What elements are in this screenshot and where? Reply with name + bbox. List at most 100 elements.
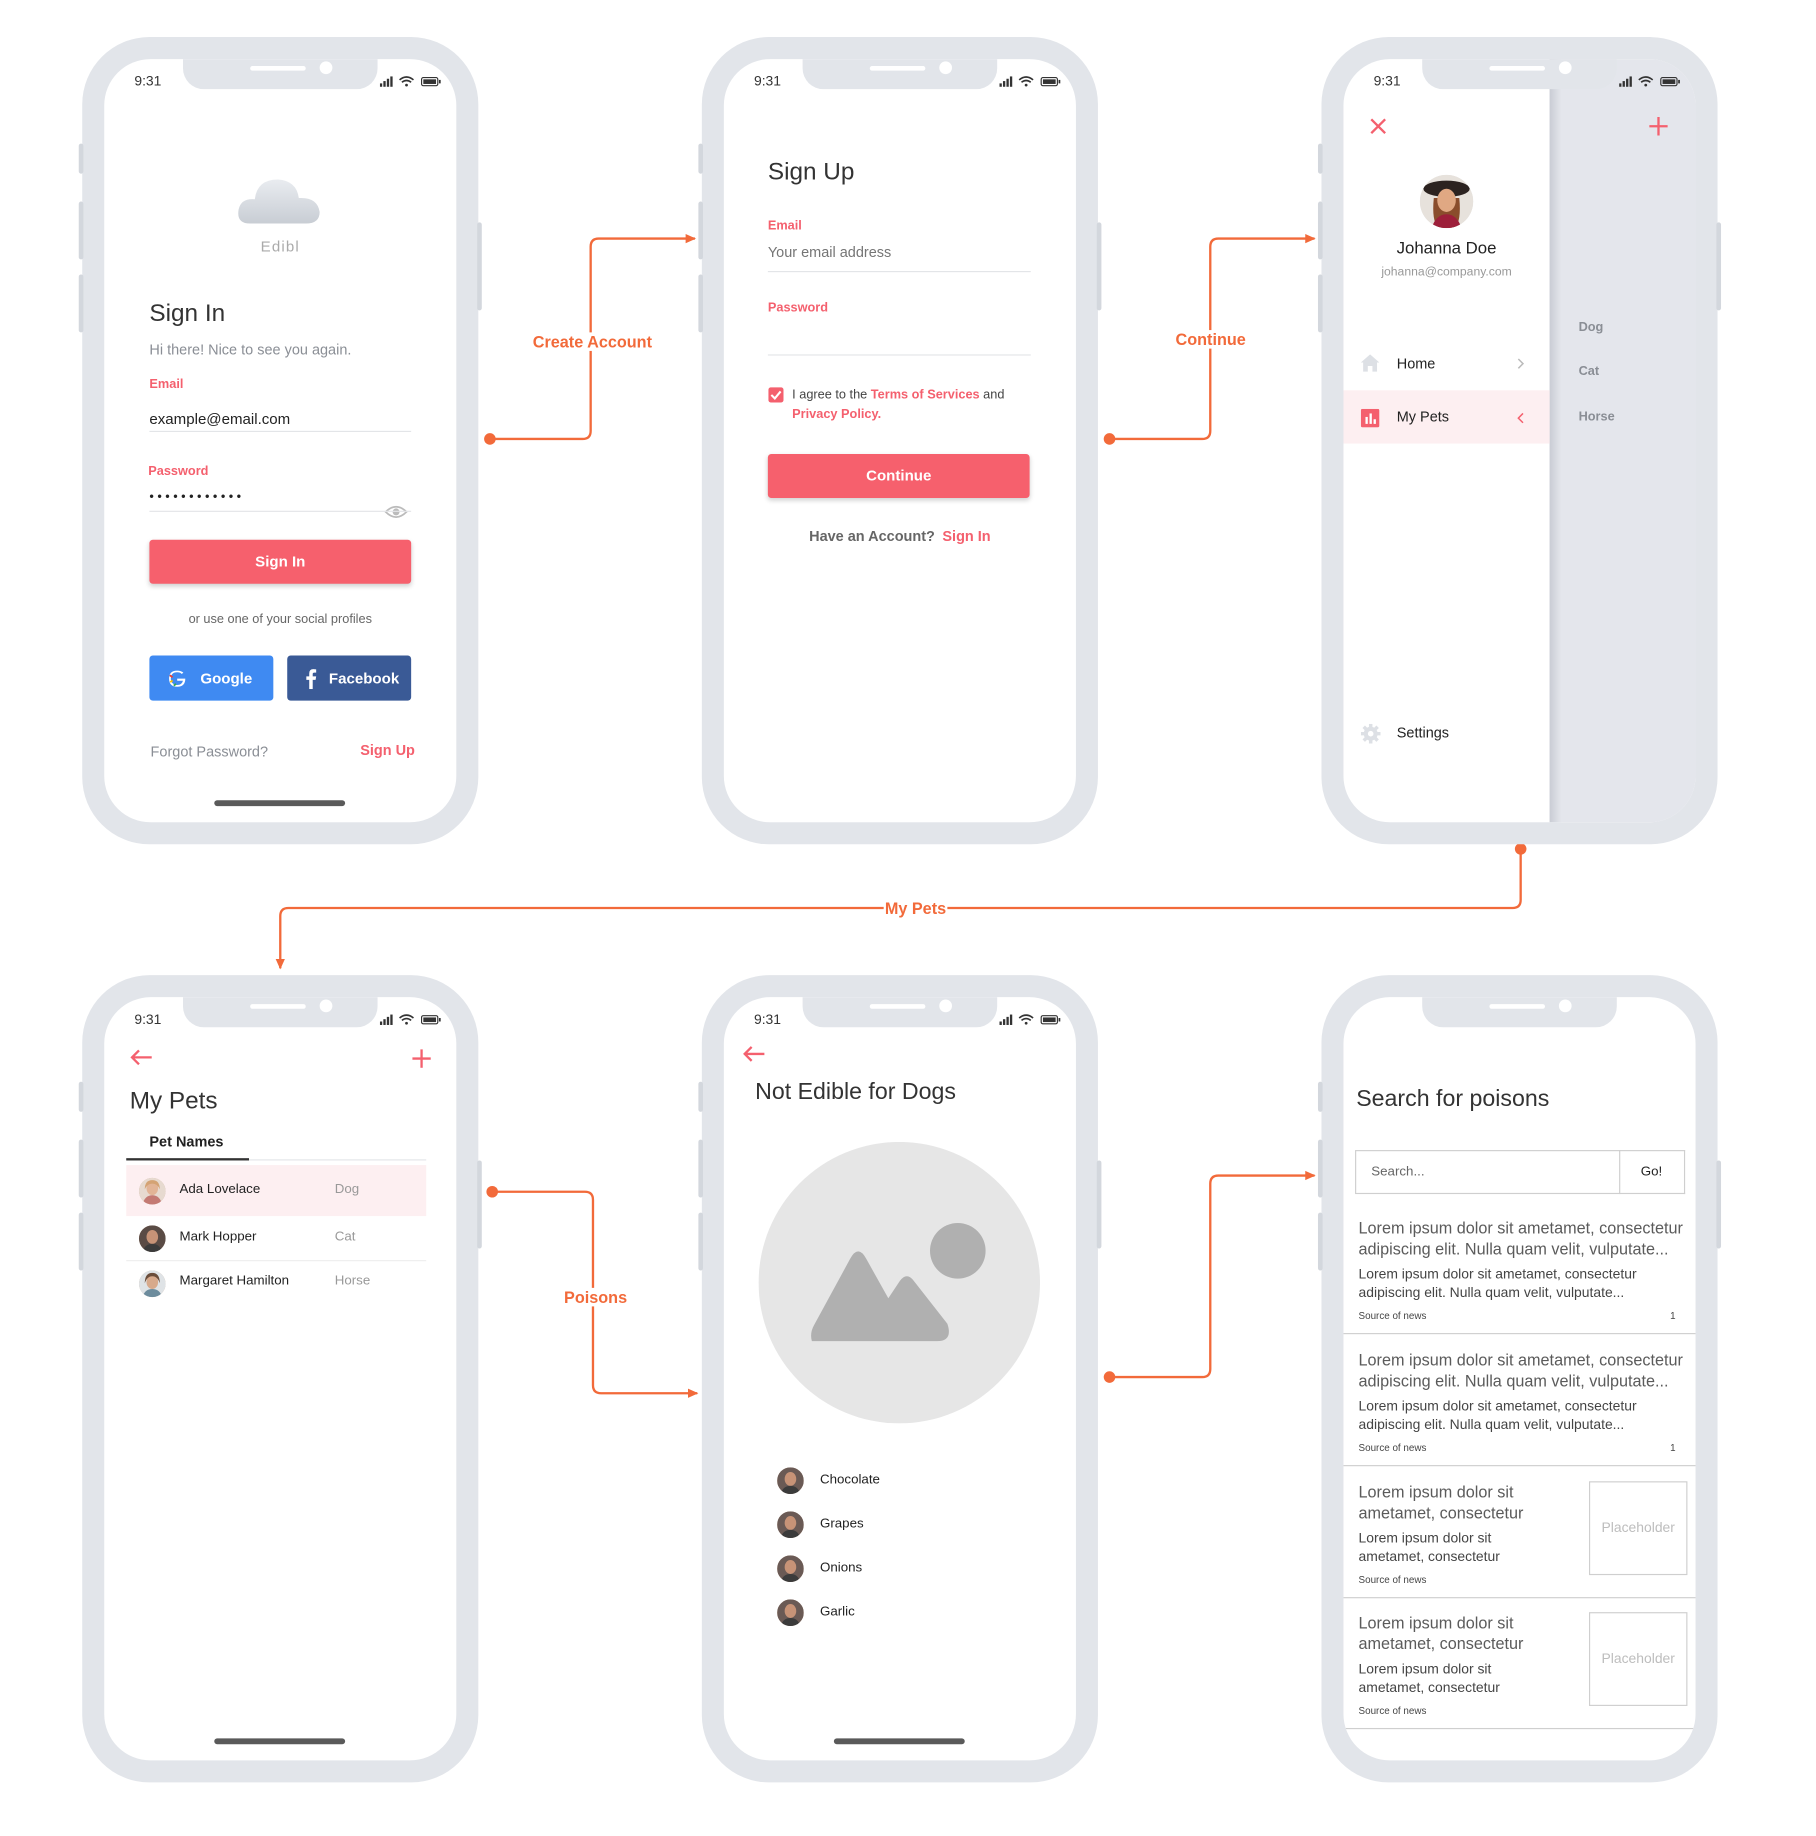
home-indicator bbox=[214, 1738, 346, 1745]
back-arrow-icon[interactable] bbox=[742, 1046, 765, 1062]
facebook-label: Facebook bbox=[328, 669, 400, 687]
tab-underline bbox=[126, 1158, 250, 1161]
have-account-text: Have an Account? bbox=[809, 528, 935, 545]
agree-and: and bbox=[979, 387, 1005, 402]
connector-label-poisons: Poisons bbox=[562, 1287, 629, 1307]
pet-name: Margaret Hamilton bbox=[179, 1273, 290, 1288]
list-item[interactable]: Chocolate bbox=[777, 1467, 1009, 1495]
chevron-left-icon bbox=[1517, 412, 1524, 424]
pet-name: Mark Hopper bbox=[179, 1229, 257, 1244]
avatar bbox=[777, 1599, 804, 1627]
behind-item: Dog bbox=[1578, 320, 1604, 335]
facebook-icon bbox=[306, 669, 317, 690]
chart-icon bbox=[1360, 408, 1380, 428]
result-card[interactable]: Lorem ipsum dolor sit ametamet, consecte… bbox=[1343, 1606, 1696, 1730]
email-label: Email bbox=[149, 377, 184, 392]
result-card[interactable]: Lorem ipsum dolor sit ametamet, consecte… bbox=[1343, 1343, 1696, 1467]
search-screen: Search for poisons Search... Go! Lorem i… bbox=[1343, 997, 1696, 1761]
google-label: Google bbox=[200, 669, 253, 687]
home-icon bbox=[1360, 354, 1380, 372]
connector-label-continue: Continue bbox=[1174, 330, 1247, 349]
avatar bbox=[777, 1555, 804, 1583]
not-edible-screen: 9:31 Not Edible for Dogs Chocolate Grape… bbox=[723, 997, 1076, 1761]
avatar bbox=[777, 1511, 804, 1539]
result-thumbnail: Placeholder bbox=[1588, 1612, 1688, 1706]
table-row[interactable]: Ada Lovelace Dog bbox=[126, 1165, 427, 1217]
result-card[interactable]: Lorem ipsum dolor sit ametamet, consecte… bbox=[1343, 1475, 1696, 1599]
signup-link[interactable]: Sign Up bbox=[360, 742, 415, 758]
menu-item-home[interactable]: Home bbox=[1343, 337, 1549, 390]
home-indicator bbox=[214, 800, 346, 807]
status-time: 9:31 bbox=[1373, 72, 1401, 90]
signin-button[interactable]: Sign In bbox=[149, 539, 412, 584]
status-time: 9:31 bbox=[134, 1011, 162, 1028]
add-icon[interactable] bbox=[412, 1049, 431, 1068]
table-row[interactable]: Margaret Hamilton Horse bbox=[126, 1261, 426, 1305]
pet-type: Dog bbox=[334, 1182, 360, 1197]
password-field[interactable]: •••••••••••• bbox=[149, 490, 369, 504]
page-title: Search for poisons bbox=[1356, 1086, 1550, 1112]
phone-search: Search for poisons Search... Go! Lorem i… bbox=[1317, 975, 1722, 1783]
status-time: 9:31 bbox=[134, 72, 162, 90]
status-icons bbox=[379, 76, 441, 87]
continue-button[interactable]: Continue bbox=[767, 453, 1030, 499]
menu-screen: Dog Cat Horse 9:31 Johanna Doe johanna@c… bbox=[1343, 59, 1696, 823]
result-source: Source of news bbox=[1358, 1441, 1427, 1454]
checkbox-checked-icon[interactable] bbox=[768, 387, 784, 403]
status-time: 9:31 bbox=[753, 72, 782, 90]
image-placeholder-icon bbox=[758, 1141, 1041, 1424]
back-arrow-icon[interactable] bbox=[130, 1049, 153, 1066]
menu-item-label: Home bbox=[1396, 355, 1436, 372]
menu-item-my-pets[interactable]: My Pets bbox=[1343, 390, 1550, 444]
close-icon[interactable] bbox=[1370, 118, 1386, 135]
result-body: Lorem ipsum dolor sit ametamet, consecte… bbox=[1358, 1265, 1637, 1301]
password-label: Password bbox=[767, 301, 829, 316]
list-item[interactable]: Onions bbox=[777, 1555, 1009, 1583]
pet-type: Cat bbox=[334, 1229, 356, 1244]
terms-agreement: I agree to the Terms of Services and Priv… bbox=[792, 386, 1035, 425]
list-item[interactable]: Garlic bbox=[777, 1599, 1009, 1627]
email-field[interactable] bbox=[767, 244, 1030, 261]
avatar bbox=[138, 1225, 166, 1252]
result-title: Lorem ipsum dolor sit ametamet, consecte… bbox=[1358, 1482, 1524, 1522]
password-field[interactable] bbox=[767, 354, 1031, 356]
list-item[interactable]: Grapes bbox=[777, 1511, 1009, 1539]
avatar bbox=[1419, 174, 1474, 229]
terms-link[interactable]: Terms of Services bbox=[871, 388, 980, 402]
phone-signin: 9:31 Edibl Sign In Hi there! Nice to see… bbox=[78, 37, 482, 845]
table-row[interactable]: Mark Hopper Cat bbox=[126, 1216, 427, 1262]
go-button[interactable]: Go! bbox=[1619, 1150, 1686, 1195]
result-body: Lorem ipsum dolor sit ametamet, consecte… bbox=[1358, 1660, 1500, 1696]
status-icons bbox=[1619, 76, 1680, 87]
result-thumbnail: Placeholder bbox=[1588, 1481, 1688, 1576]
result-source: Source of news bbox=[1358, 1704, 1427, 1717]
email-field[interactable]: example@email.com bbox=[149, 410, 411, 427]
result-title: Lorem ipsum dolor sit ametamet, consecte… bbox=[1358, 1613, 1524, 1653]
search-placeholder: Search... bbox=[1371, 1165, 1425, 1180]
settings-label: Settings bbox=[1396, 725, 1450, 742]
page-title: Not Edible for Dogs bbox=[755, 1079, 956, 1105]
pet-name: Ada Lovelace bbox=[179, 1182, 261, 1197]
tab-pet-names[interactable]: Pet Names bbox=[149, 1134, 223, 1150]
social-text: or use one of your social profiles bbox=[188, 612, 372, 627]
google-button[interactable]: Google bbox=[149, 655, 274, 701]
privacy-link[interactable]: Privacy Policy. bbox=[792, 408, 881, 422]
avatar bbox=[777, 1467, 804, 1495]
forgot-password-link[interactable]: Forgot Password? bbox=[151, 744, 268, 760]
result-card[interactable]: Lorem ipsum dolor sit ametamet, consecte… bbox=[1343, 1211, 1696, 1335]
user-email: johanna@company.com bbox=[1381, 265, 1512, 280]
facebook-button[interactable]: Facebook bbox=[287, 655, 412, 701]
connector-label-my-pets: My Pets bbox=[883, 898, 948, 918]
result-source: Source of news bbox=[1358, 1309, 1427, 1322]
subtitle: Hi there! Nice to see you again. bbox=[149, 341, 352, 358]
search-input[interactable]: Search... bbox=[1355, 1150, 1621, 1195]
add-icon bbox=[1649, 116, 1668, 136]
cloud-logo-icon bbox=[238, 179, 320, 224]
background-page: Dog Cat Horse bbox=[1549, 59, 1696, 823]
phone-signup: 9:31 Sign Up Email Password I agree to t… bbox=[698, 37, 1102, 845]
page-title: My Pets bbox=[129, 1087, 218, 1115]
menu-item-settings[interactable]: Settings bbox=[1343, 715, 1549, 754]
signin-link[interactable]: Sign In bbox=[942, 528, 990, 544]
page-title: Sign In bbox=[149, 299, 226, 327]
my-pets-screen: 9:31 My Pets Pet Names Ada Lovelace Dog … bbox=[104, 997, 457, 1761]
